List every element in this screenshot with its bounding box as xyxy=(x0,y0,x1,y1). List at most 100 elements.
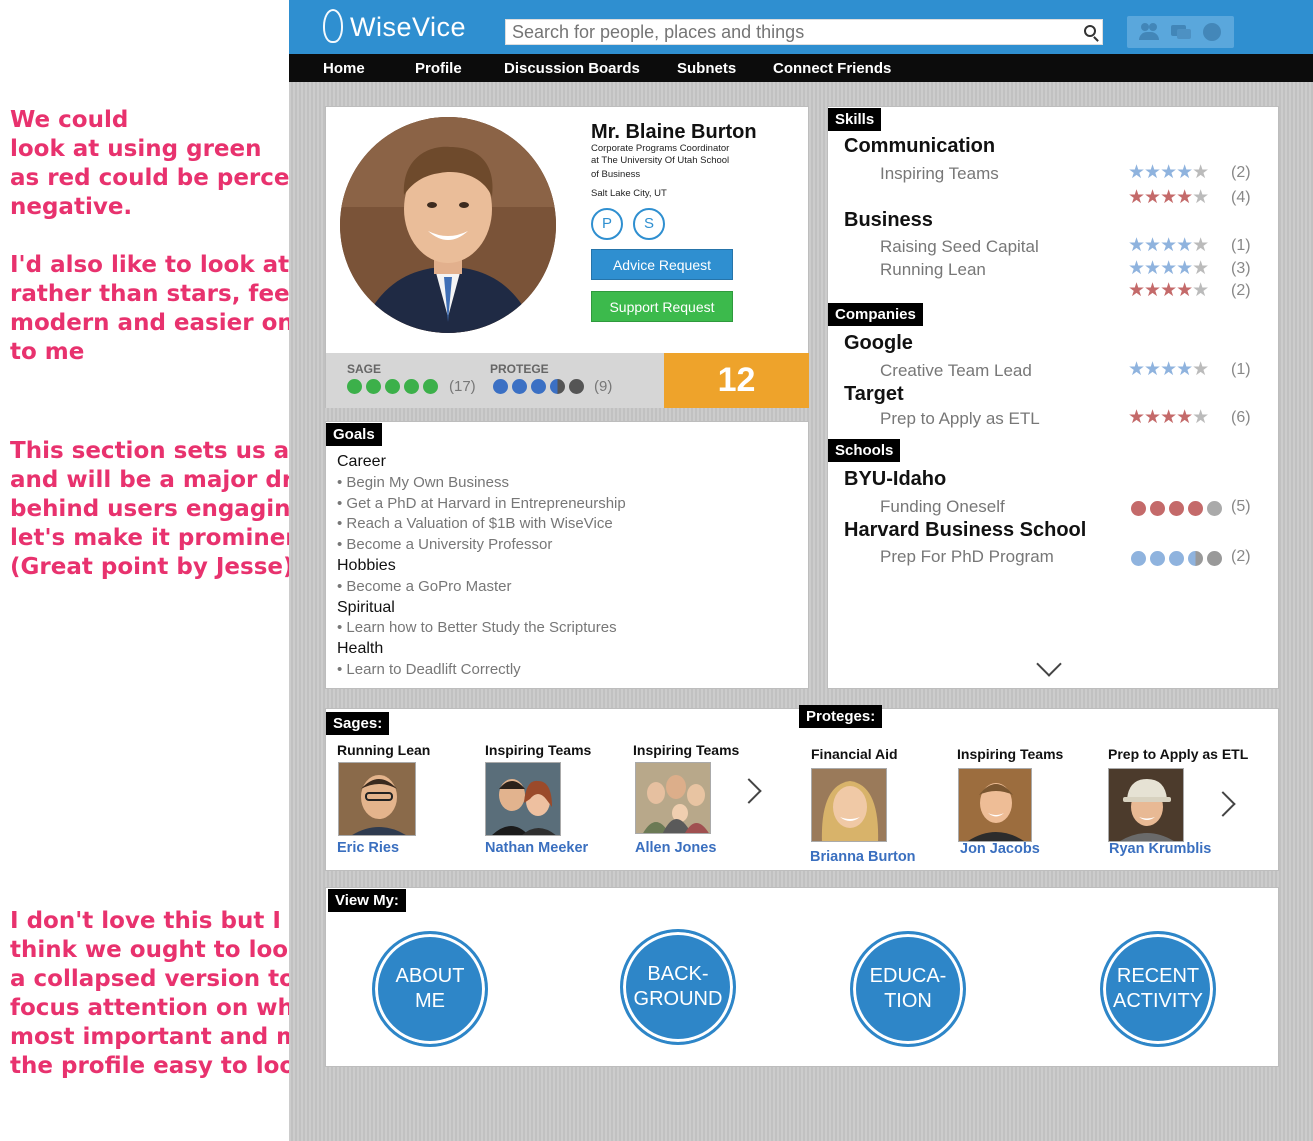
goal-item: • Become a University Professor xyxy=(337,536,553,553)
star-rating: ★★★★★ xyxy=(1128,359,1209,380)
sages-tag: Sages: xyxy=(326,712,390,735)
rating-count: (2) xyxy=(1231,164,1251,181)
expand-chevron-icon[interactable] xyxy=(1036,651,1062,677)
sage-topic: Running Lean xyxy=(337,742,431,758)
education-button[interactable]: EDUCA- TION xyxy=(850,931,966,1047)
recent-activity-button[interactable]: RECENT ACTIVITY xyxy=(1100,931,1216,1047)
skill-group-heading: Communication xyxy=(844,135,996,157)
goal-category: Career xyxy=(337,453,386,470)
goals-panel: Goals Career • Begin My Own Business • G… xyxy=(325,421,809,689)
sage-name[interactable]: Nathan Meeker xyxy=(485,840,588,856)
nav-subnets[interactable]: Subnets xyxy=(677,60,736,77)
school-heading: Harvard Business School xyxy=(844,519,1087,541)
skills-tag: Skills xyxy=(828,108,882,131)
search-icon[interactable] xyxy=(1084,25,1096,37)
star-rating: ★★★★★ xyxy=(1128,280,1209,301)
sage-photo[interactable] xyxy=(635,762,711,834)
protege-name[interactable]: Brianna Burton xyxy=(810,849,916,865)
view-my-tag: View My: xyxy=(328,889,406,912)
profile-score: 12 xyxy=(664,353,809,408)
rating-circle xyxy=(1150,551,1165,566)
sage-dot xyxy=(347,379,362,394)
skill-item: Raising Seed Capital xyxy=(880,237,1039,256)
star-rating: ★★★★★ xyxy=(1128,258,1209,279)
sage-name[interactable]: Allen Jones xyxy=(635,840,716,856)
profile-title: Corporate Programs Coordinator xyxy=(591,143,730,154)
skill-item: Inspiring Teams xyxy=(880,164,999,183)
rating-stats: SAGE (17) PROTEGE (9) xyxy=(326,353,664,408)
sage-name[interactable]: Eric Ries xyxy=(337,840,399,856)
protege-topic: Prep to Apply as ETL xyxy=(1108,746,1249,762)
star-rating: ★★★★★ xyxy=(1128,187,1209,208)
nav-connect-friends[interactable]: Connect Friends xyxy=(773,60,891,77)
nav-profile[interactable]: Profile xyxy=(415,60,462,77)
protege-label: PROTEGE xyxy=(490,362,549,376)
schools-tag: Schools xyxy=(828,439,901,462)
rating-circle xyxy=(1150,501,1165,516)
rating-count: (5) xyxy=(1231,498,1251,515)
rating-count: (1) xyxy=(1231,361,1251,378)
sage-topic: Inspiring Teams xyxy=(633,742,740,758)
profile-org-line2: of Business xyxy=(591,169,641,180)
search-input[interactable] xyxy=(506,20,1066,44)
rating-count: (4) xyxy=(1231,189,1251,206)
search-box[interactable] xyxy=(505,19,1103,45)
nav-home[interactable]: Home xyxy=(323,60,365,77)
skills-panel: Skills Communication Inspiring Teams ★★★… xyxy=(827,106,1279,689)
advice-request-button[interactable]: Advice Request xyxy=(591,249,733,280)
sage-dot xyxy=(366,379,381,394)
protege-topic: Financial Aid xyxy=(811,746,898,762)
protege-count: (9) xyxy=(594,378,613,395)
profile-org: at The University Of Utah School xyxy=(591,155,730,166)
goal-item: • Learn how to Better Study the Scriptur… xyxy=(337,619,617,636)
rating-circle xyxy=(1188,501,1203,516)
skill-group-heading: Business xyxy=(844,209,933,231)
sage-topic: Inspiring Teams xyxy=(485,742,592,758)
rating-count: (2) xyxy=(1231,282,1251,299)
protege-name[interactable]: Ryan Krumblis xyxy=(1109,841,1211,857)
view-my-panel: View My: ABOUT ME BACK- GROUND EDUCA- TI… xyxy=(325,887,1279,1067)
protege-photo[interactable] xyxy=(811,768,887,842)
star-rating: ★★★★★ xyxy=(1128,235,1209,256)
protege-name[interactable]: Jon Jacobs xyxy=(960,841,1040,857)
sage-photo[interactable] xyxy=(485,762,561,836)
protege-dot-half xyxy=(550,379,565,394)
profile-card: Mr. Blaine Burton Corporate Programs Coo… xyxy=(325,106,809,408)
protege-dot xyxy=(531,379,546,394)
rating-count: (3) xyxy=(1231,260,1251,277)
rating-count: (1) xyxy=(1231,237,1251,254)
sage-badge[interactable]: P xyxy=(591,208,623,240)
sages-next-icon[interactable] xyxy=(736,778,762,804)
company-heading: Google xyxy=(844,332,913,354)
goals-tag: Goals xyxy=(326,423,382,446)
protege-photo[interactable] xyxy=(1108,768,1184,842)
proteges-next-icon[interactable] xyxy=(1210,791,1236,817)
app-window: WiseVice Home Profile Discussion Boards … xyxy=(289,0,1313,1141)
protege-dot xyxy=(569,379,584,394)
company-item: Creative Team Lead xyxy=(880,361,1032,380)
background-button[interactable]: BACK- GROUND xyxy=(620,929,736,1045)
profile-photo xyxy=(340,117,556,333)
school-heading: BYU-Idaho xyxy=(844,468,947,490)
protege-photo[interactable] xyxy=(958,768,1032,842)
friends-icon[interactable] xyxy=(1139,23,1159,41)
globe-icon[interactable] xyxy=(1203,23,1221,41)
goal-item: • Become a GoPro Master xyxy=(337,578,512,595)
support-request-button[interactable]: Support Request xyxy=(591,291,733,322)
nav-discussion-boards[interactable]: Discussion Boards xyxy=(504,60,640,77)
company-item: Prep to Apply as ETL xyxy=(880,409,1040,428)
skill-item: Running Lean xyxy=(880,260,986,279)
sage-photo[interactable] xyxy=(338,762,416,836)
messages-icon[interactable] xyxy=(1171,23,1191,41)
sage-dot xyxy=(423,379,438,394)
about-me-button[interactable]: ABOUT ME xyxy=(372,931,488,1047)
goal-item: • Reach a Valuation of $1B with WiseVice xyxy=(337,515,613,532)
top-bar: WiseVice xyxy=(289,0,1313,54)
logo-text[interactable]: WiseVice xyxy=(350,12,466,43)
companies-tag: Companies xyxy=(828,303,923,326)
company-heading: Target xyxy=(844,383,904,405)
support-badge[interactable]: S xyxy=(633,208,665,240)
rating-circle xyxy=(1207,551,1222,566)
sage-dot xyxy=(404,379,419,394)
protege-topic: Inspiring Teams xyxy=(957,746,1064,762)
